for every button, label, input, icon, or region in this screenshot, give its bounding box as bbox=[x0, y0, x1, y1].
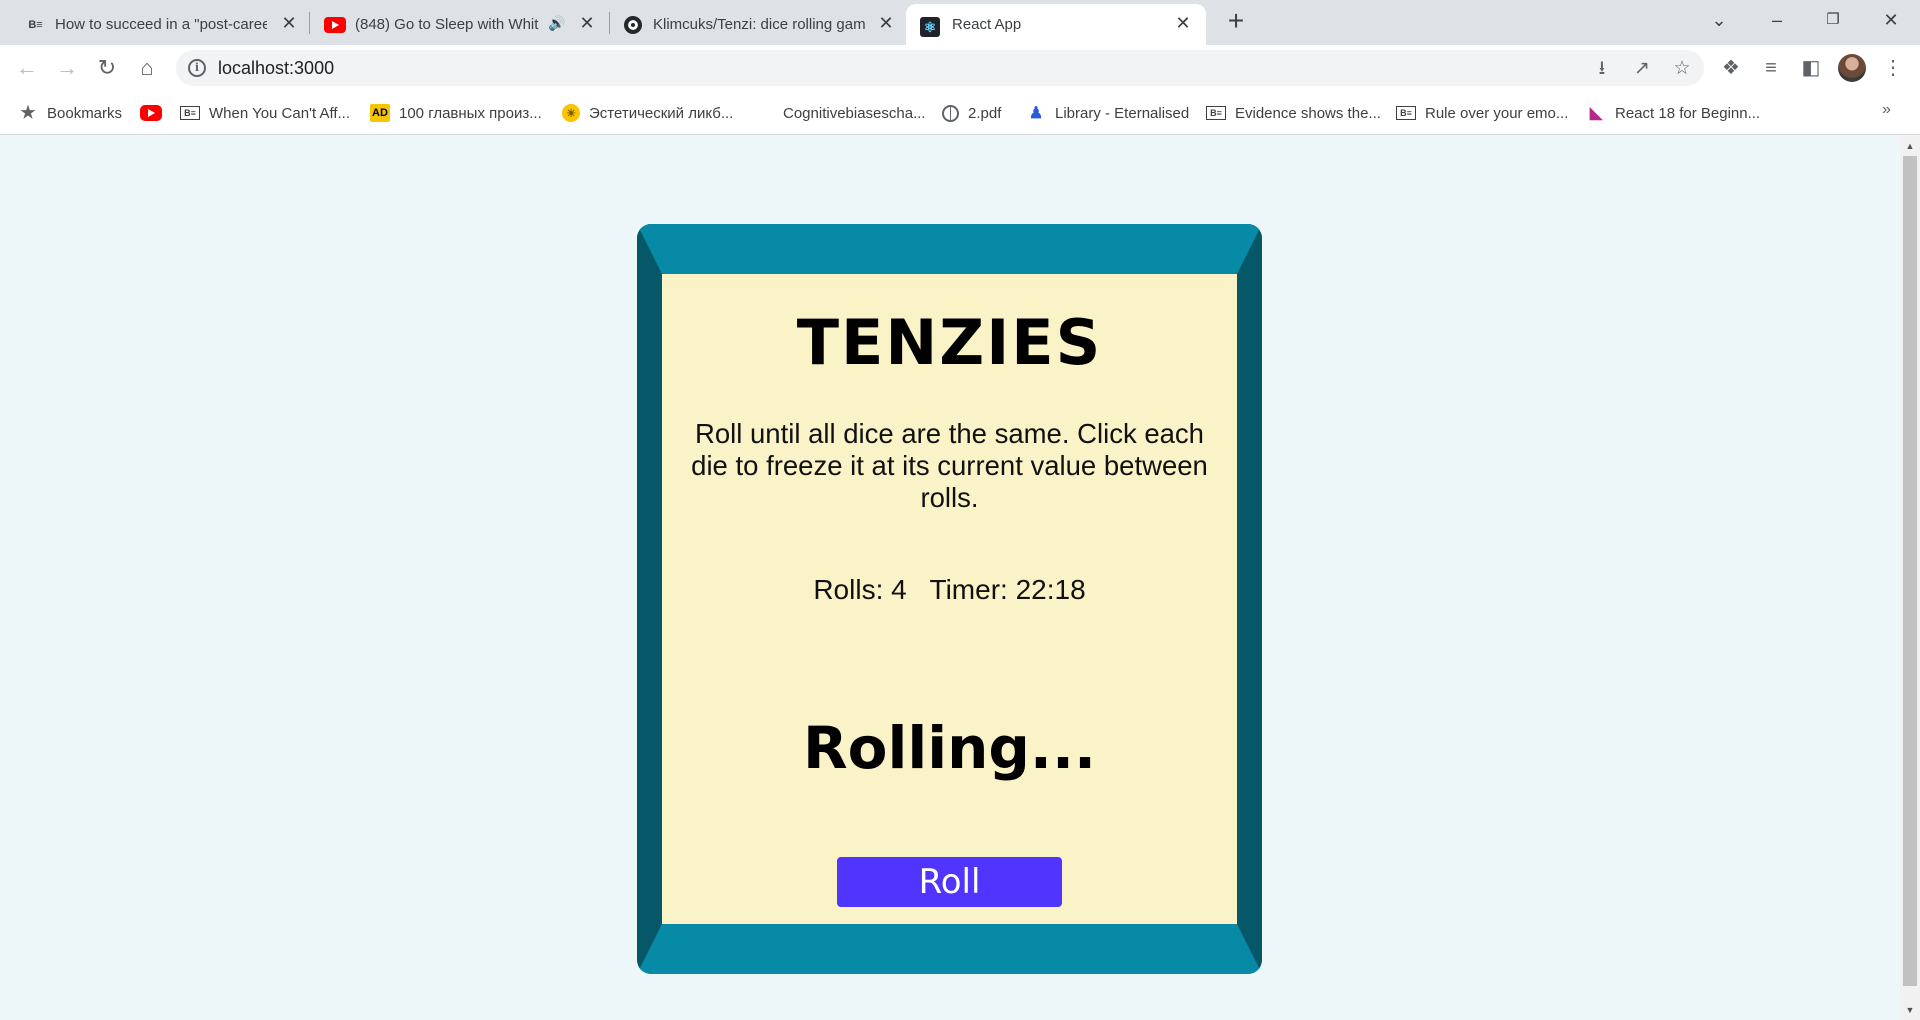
profile-avatar[interactable] bbox=[1838, 54, 1866, 82]
bookmark-label: Rule over your emo... bbox=[1425, 104, 1569, 122]
more-bookmarks-icon[interactable]: » bbox=[1882, 101, 1891, 119]
tab-strip: B≡ How to succeed in a "post-caree ✕ (84… bbox=[0, 0, 1920, 45]
bi-favicon-icon: B≡ bbox=[28, 19, 43, 31]
close-tab-icon[interactable]: ✕ bbox=[578, 14, 596, 32]
tab-github[interactable]: Klimcuks/Tenzi: dice rolling gam ✕ bbox=[605, 4, 908, 45]
minimize-button[interactable]: – bbox=[1762, 6, 1792, 34]
game-board: TENZIES Roll until all dice are the same… bbox=[662, 274, 1237, 924]
bookmark-label: Эстетический ликб... bbox=[589, 104, 734, 122]
new-tab-button[interactable]: + bbox=[1222, 7, 1250, 36]
bookmark-label: Library - Eternalised bbox=[1055, 104, 1190, 122]
bi-icon: B≡ bbox=[180, 106, 200, 120]
blank-page-icon bbox=[754, 104, 774, 122]
tab-title: How to succeed in a "post-caree bbox=[55, 16, 267, 33]
bookmark-label: Cognitivebiasescha... bbox=[783, 104, 926, 122]
tab-title: Klimcuks/Tenzi: dice rolling gam bbox=[653, 16, 865, 33]
url-text[interactable]: localhost:3000 bbox=[218, 58, 334, 79]
close-tab-icon[interactable]: ✕ bbox=[1174, 14, 1192, 32]
bookmark-label: When You Can't Aff... bbox=[209, 104, 351, 122]
tab-title: React App bbox=[952, 16, 1022, 33]
browser-toolbar: ← → ↻ ⌂ i localhost:3000 ⭳ ↗ ☆ ❖ ≡ ◧ ⋮ bbox=[0, 45, 1920, 91]
youtube-favicon-icon bbox=[324, 17, 346, 33]
bookmark-star-icon[interactable]: ☆ bbox=[1670, 57, 1694, 81]
share-icon[interactable]: ↗ bbox=[1630, 57, 1654, 81]
bookmark-item[interactable]: AD 100 главных произ... bbox=[370, 101, 542, 125]
app-title: TENZIES bbox=[796, 306, 1103, 379]
library-icon: ♟ bbox=[1028, 105, 1044, 122]
tab-react-app[interactable]: ⚛ React App ✕ bbox=[906, 4, 1206, 45]
bulb-icon: ☀ bbox=[562, 104, 580, 122]
frame-bevel-top bbox=[637, 224, 1262, 274]
tab-title: (848) Go to Sleep with Whit bbox=[355, 16, 539, 33]
speaker-icon[interactable]: 🔊 bbox=[548, 14, 566, 32]
tab-youtube[interactable]: (848) Go to Sleep with Whit 🔊 ✕ bbox=[300, 4, 605, 45]
bookmark-item[interactable]: B≡ Rule over your emo... bbox=[1396, 101, 1568, 125]
home-icon[interactable]: ⌂ bbox=[134, 55, 160, 81]
scroll-down-icon[interactable]: ▼ bbox=[1904, 1004, 1916, 1016]
bookmark-label: React 18 for Beginn... bbox=[1615, 104, 1761, 122]
close-tab-icon[interactable]: ✕ bbox=[280, 14, 298, 32]
bookmark-label: 100 главных произ... bbox=[399, 104, 542, 122]
close-window-button[interactable]: ✕ bbox=[1876, 6, 1906, 34]
react-favicon-icon: ⚛ bbox=[920, 17, 940, 37]
bookmark-item[interactable]: 2.pdf bbox=[942, 101, 1001, 125]
close-tab-icon[interactable]: ✕ bbox=[877, 14, 895, 32]
bookmarks-bar: ★ Bookmarks B≡ When You Can't Aff... AD … bbox=[0, 91, 1920, 135]
frame-bevel-bottom bbox=[637, 924, 1262, 974]
site-info-icon[interactable]: i bbox=[188, 59, 206, 77]
forward-icon[interactable]: → bbox=[54, 55, 80, 81]
roll-button[interactable]: Roll bbox=[837, 857, 1062, 907]
tab-search-icon[interactable]: ⌄ bbox=[1704, 6, 1734, 34]
bookmark-item[interactable]: Cognitivebiasescha... bbox=[754, 101, 926, 125]
scroll-thumb[interactable] bbox=[1903, 156, 1917, 986]
globe-icon bbox=[942, 104, 959, 122]
menu-icon[interactable]: ⋮ bbox=[1880, 55, 1906, 81]
bookmark-item[interactable]: B≡ Evidence shows the... bbox=[1206, 101, 1381, 125]
bookmark-item[interactable]: ☀ Эстетический ликб... bbox=[562, 101, 733, 125]
bi-icon: B≡ bbox=[1396, 106, 1416, 120]
back-icon[interactable]: ← bbox=[14, 55, 40, 81]
github-favicon-icon bbox=[623, 16, 642, 34]
address-bar[interactable]: i localhost:3000 ⭳ ↗ ☆ bbox=[176, 50, 1704, 86]
game-frame: TENZIES Roll until all dice are the same… bbox=[637, 224, 1262, 974]
tab-post-career[interactable]: B≡ How to succeed in a "post-caree ✕ bbox=[0, 4, 300, 45]
bi-icon: B≡ bbox=[1206, 106, 1226, 120]
bookmark-item[interactable]: ♟ Library - Eternalised bbox=[1026, 101, 1189, 125]
instructions-text: Roll until all dice are the same. Click … bbox=[691, 418, 1208, 513]
install-app-icon[interactable]: ⭳ bbox=[1590, 57, 1614, 81]
rolling-status: Rolling... bbox=[802, 714, 1097, 782]
bookmark-item[interactable]: ◣ React 18 for Beginn... bbox=[1586, 101, 1760, 125]
youtube-icon bbox=[140, 105, 162, 121]
star-icon: ★ bbox=[20, 103, 36, 122]
bookmark-label: Bookmarks bbox=[47, 104, 123, 122]
ad-icon: AD bbox=[370, 104, 390, 122]
rolls-timer-stats: Rolls: 4 Timer: 22:18 bbox=[813, 574, 1086, 605]
m-icon: ◣ bbox=[1589, 105, 1603, 122]
scroll-up-icon[interactable]: ▲ bbox=[1904, 140, 1916, 152]
page-scrollbar[interactable]: ▲ ▼ bbox=[1900, 136, 1920, 1020]
bookmark-item[interactable]: ★ Bookmarks bbox=[18, 101, 122, 125]
media-queue-icon[interactable]: ≡ bbox=[1758, 55, 1784, 81]
bookmark-label: 2.pdf bbox=[968, 104, 1002, 122]
bookmark-item[interactable]: B≡ When You Can't Aff... bbox=[180, 101, 350, 125]
extensions-icon[interactable]: ❖ bbox=[1718, 55, 1744, 81]
bookmark-label: Evidence shows the... bbox=[1235, 104, 1381, 122]
restore-button[interactable]: ❐ bbox=[1818, 6, 1848, 34]
reload-icon[interactable]: ↻ bbox=[94, 55, 120, 81]
bookmark-item[interactable] bbox=[140, 101, 171, 125]
side-panel-icon[interactable]: ◧ bbox=[1798, 55, 1824, 81]
